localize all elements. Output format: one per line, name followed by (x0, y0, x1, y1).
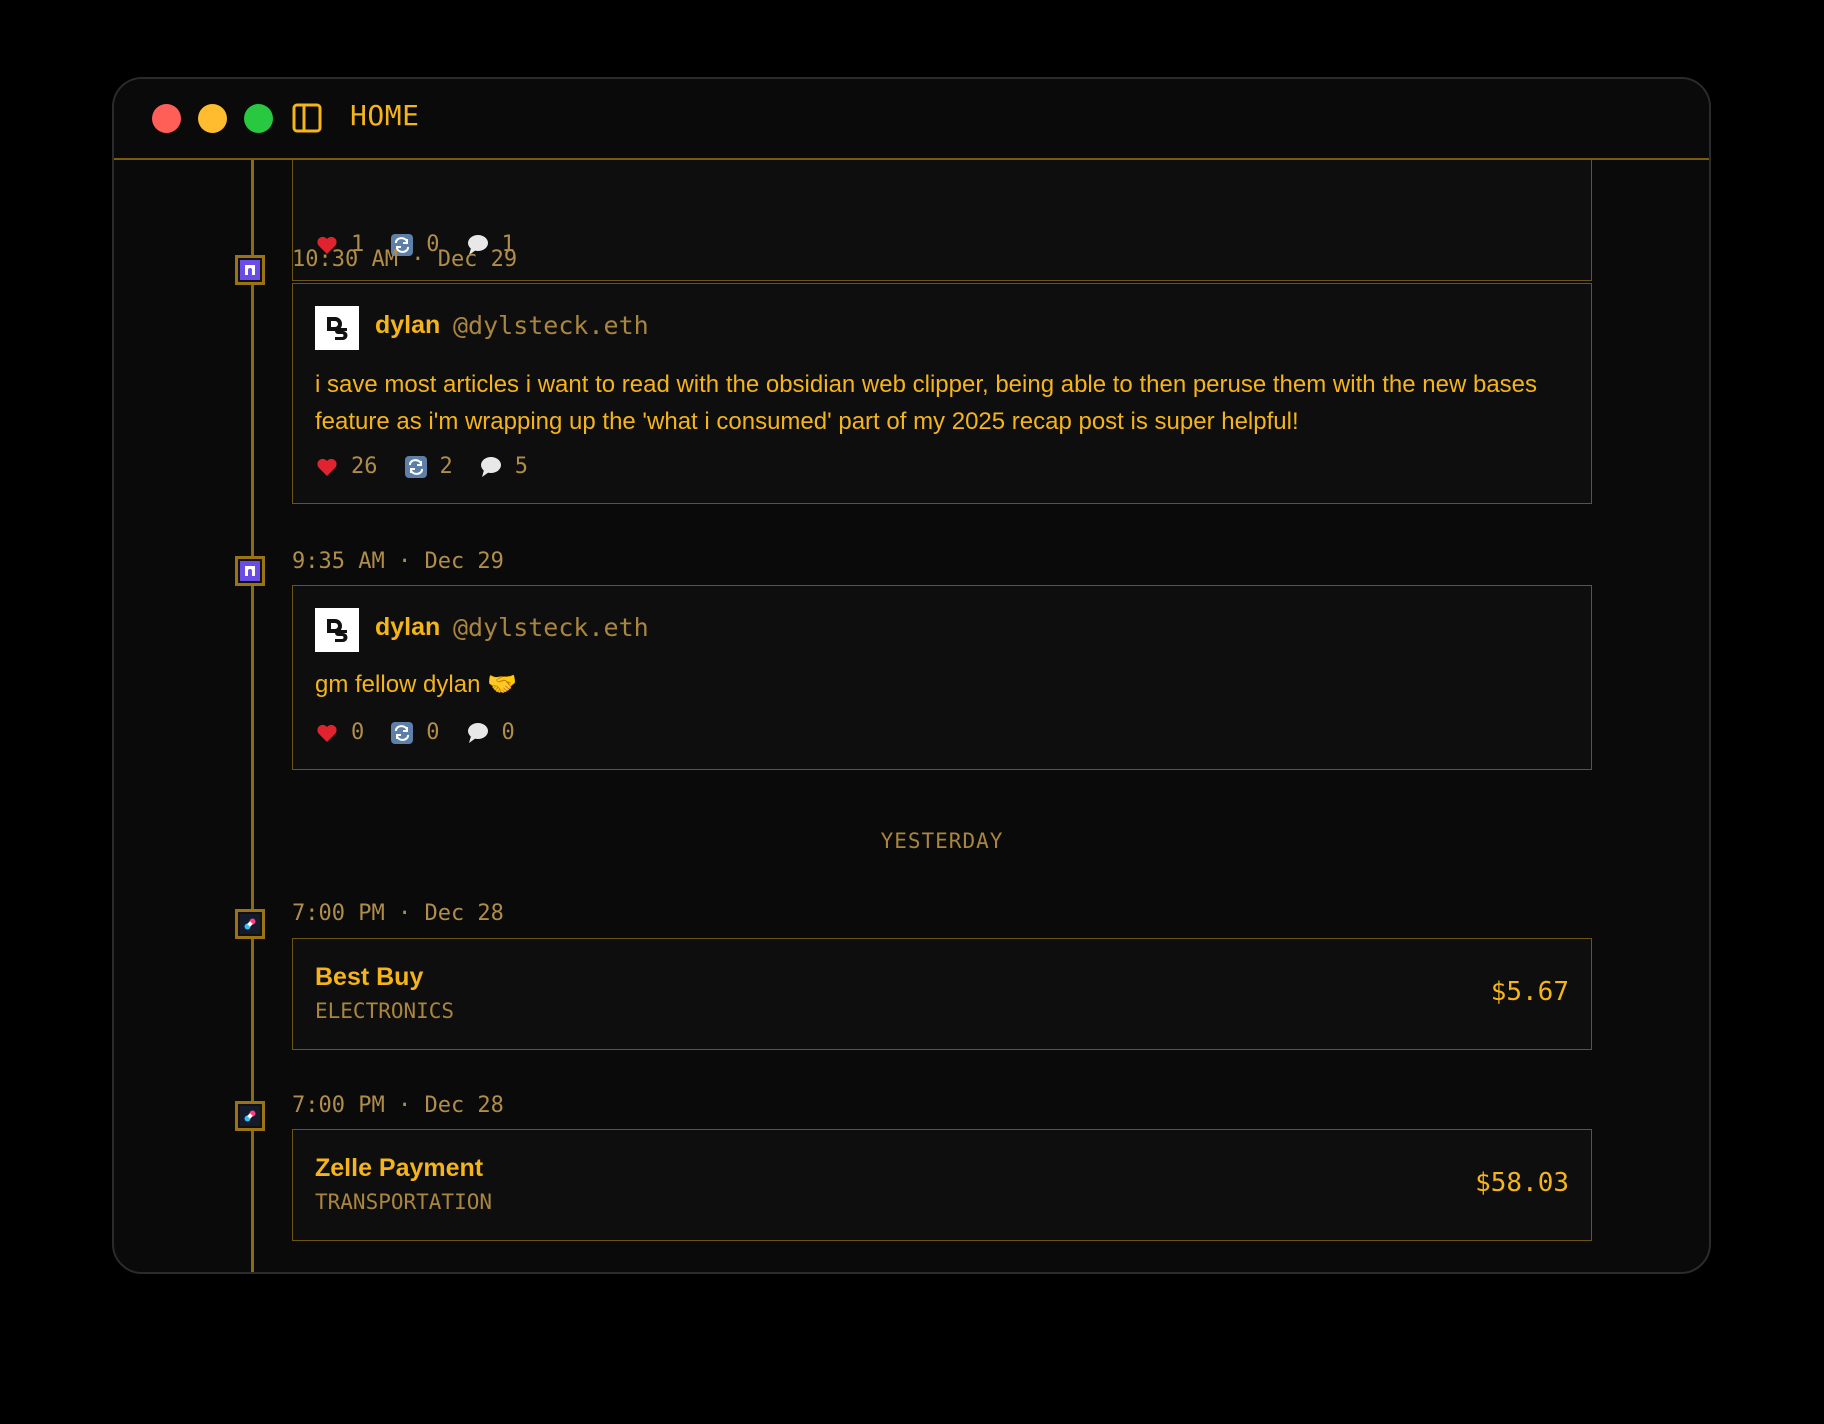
date-divider: YESTERDAY (880, 829, 1004, 853)
merchant-name: Best Buy (315, 963, 424, 991)
sidebar-toggle-icon[interactable] (292, 103, 322, 133)
transaction-timestamp: 7:00 PM · Dec 28 (292, 901, 504, 926)
post-text: i save most articles i want to read with… (315, 371, 1538, 435)
avatar[interactable] (315, 608, 359, 652)
close-window-button[interactable] (152, 104, 181, 133)
transaction-amount: $58.03 (1475, 1168, 1569, 1198)
like-stat[interactable]: 0 (315, 720, 364, 745)
recast-icon (404, 455, 427, 478)
recast-stat[interactable]: 2 (404, 454, 453, 479)
title-bar: HOME (114, 79, 1709, 160)
author-name[interactable]: dylan (375, 311, 440, 340)
merchant-name: Zelle Payment (315, 1154, 484, 1182)
transaction-category: TRANSPORTATION (315, 1190, 493, 1214)
avatar[interactable] (315, 306, 359, 350)
like-count: 0 (351, 720, 365, 745)
timeline-feed[interactable]: 1 0 1 10:30 AM · Dec 29 dylan @dylsteck.… (114, 79, 1709, 1272)
author-handle[interactable]: @dylsteck.eth (453, 613, 649, 642)
farcaster-source-marker (235, 255, 265, 285)
app-window: HOME 1 0 1 10:30 AM · Dec 29 dylan @dyls… (112, 77, 1711, 1274)
reply-stat[interactable]: 5 (479, 454, 528, 479)
transaction-amount: $5.67 (1490, 977, 1569, 1007)
post-stats: 26 2 5 (315, 454, 554, 479)
recast-stat[interactable]: 0 (390, 720, 440, 745)
like-stat[interactable]: 26 (315, 454, 378, 479)
transaction-source-marker (235, 909, 265, 939)
author-handle[interactable]: @dylsteck.eth (453, 311, 649, 340)
post-card[interactable]: dylan @dylsteck.eth i save most articles… (292, 283, 1592, 504)
transaction-timestamp: 7:00 PM · Dec 28 (292, 1093, 504, 1118)
recast-count: 2 (439, 454, 453, 479)
heart-icon (317, 724, 337, 742)
page-title: HOME (350, 99, 420, 132)
minimize-window-button[interactable] (198, 104, 227, 133)
post-stats: 0 0 0 (315, 720, 541, 745)
speech-bubble-icon (480, 456, 501, 477)
recast-icon (391, 721, 414, 744)
speech-bubble-icon (467, 722, 488, 743)
farcaster-icon (245, 265, 255, 275)
transaction-card[interactable]: Zelle Payment TRANSPORTATION $58.03 (292, 1129, 1592, 1241)
like-count: 26 (351, 454, 378, 479)
recast-count: 0 (426, 720, 440, 745)
avatar-logo-icon (327, 317, 348, 340)
post-timestamp: 9:35 AM · Dec 29 (292, 549, 504, 574)
bank-app-icon (244, 1110, 256, 1122)
author-name[interactable]: dylan (375, 613, 440, 642)
maximize-window-button[interactable] (244, 104, 273, 133)
farcaster-icon (245, 566, 255, 576)
heart-icon (317, 458, 337, 476)
reply-stat[interactable]: 0 (466, 720, 515, 745)
farcaster-source-marker (235, 556, 265, 586)
bank-app-icon (244, 918, 256, 930)
reply-count: 0 (501, 720, 515, 745)
post-text: gm fellow dylan 🤝 (315, 671, 517, 698)
transaction-source-marker (235, 1101, 265, 1131)
reply-count: 5 (514, 454, 528, 479)
post-card[interactable]: dylan @dylsteck.eth gm fellow dylan 🤝 0 … (292, 585, 1592, 770)
avatar-logo-icon (327, 619, 348, 642)
transaction-category: ELECTRONICS (315, 999, 455, 1023)
transaction-card[interactable]: Best Buy ELECTRONICS $5.67 (292, 938, 1592, 1050)
post-timestamp: 10:30 AM · Dec 29 (292, 247, 518, 272)
